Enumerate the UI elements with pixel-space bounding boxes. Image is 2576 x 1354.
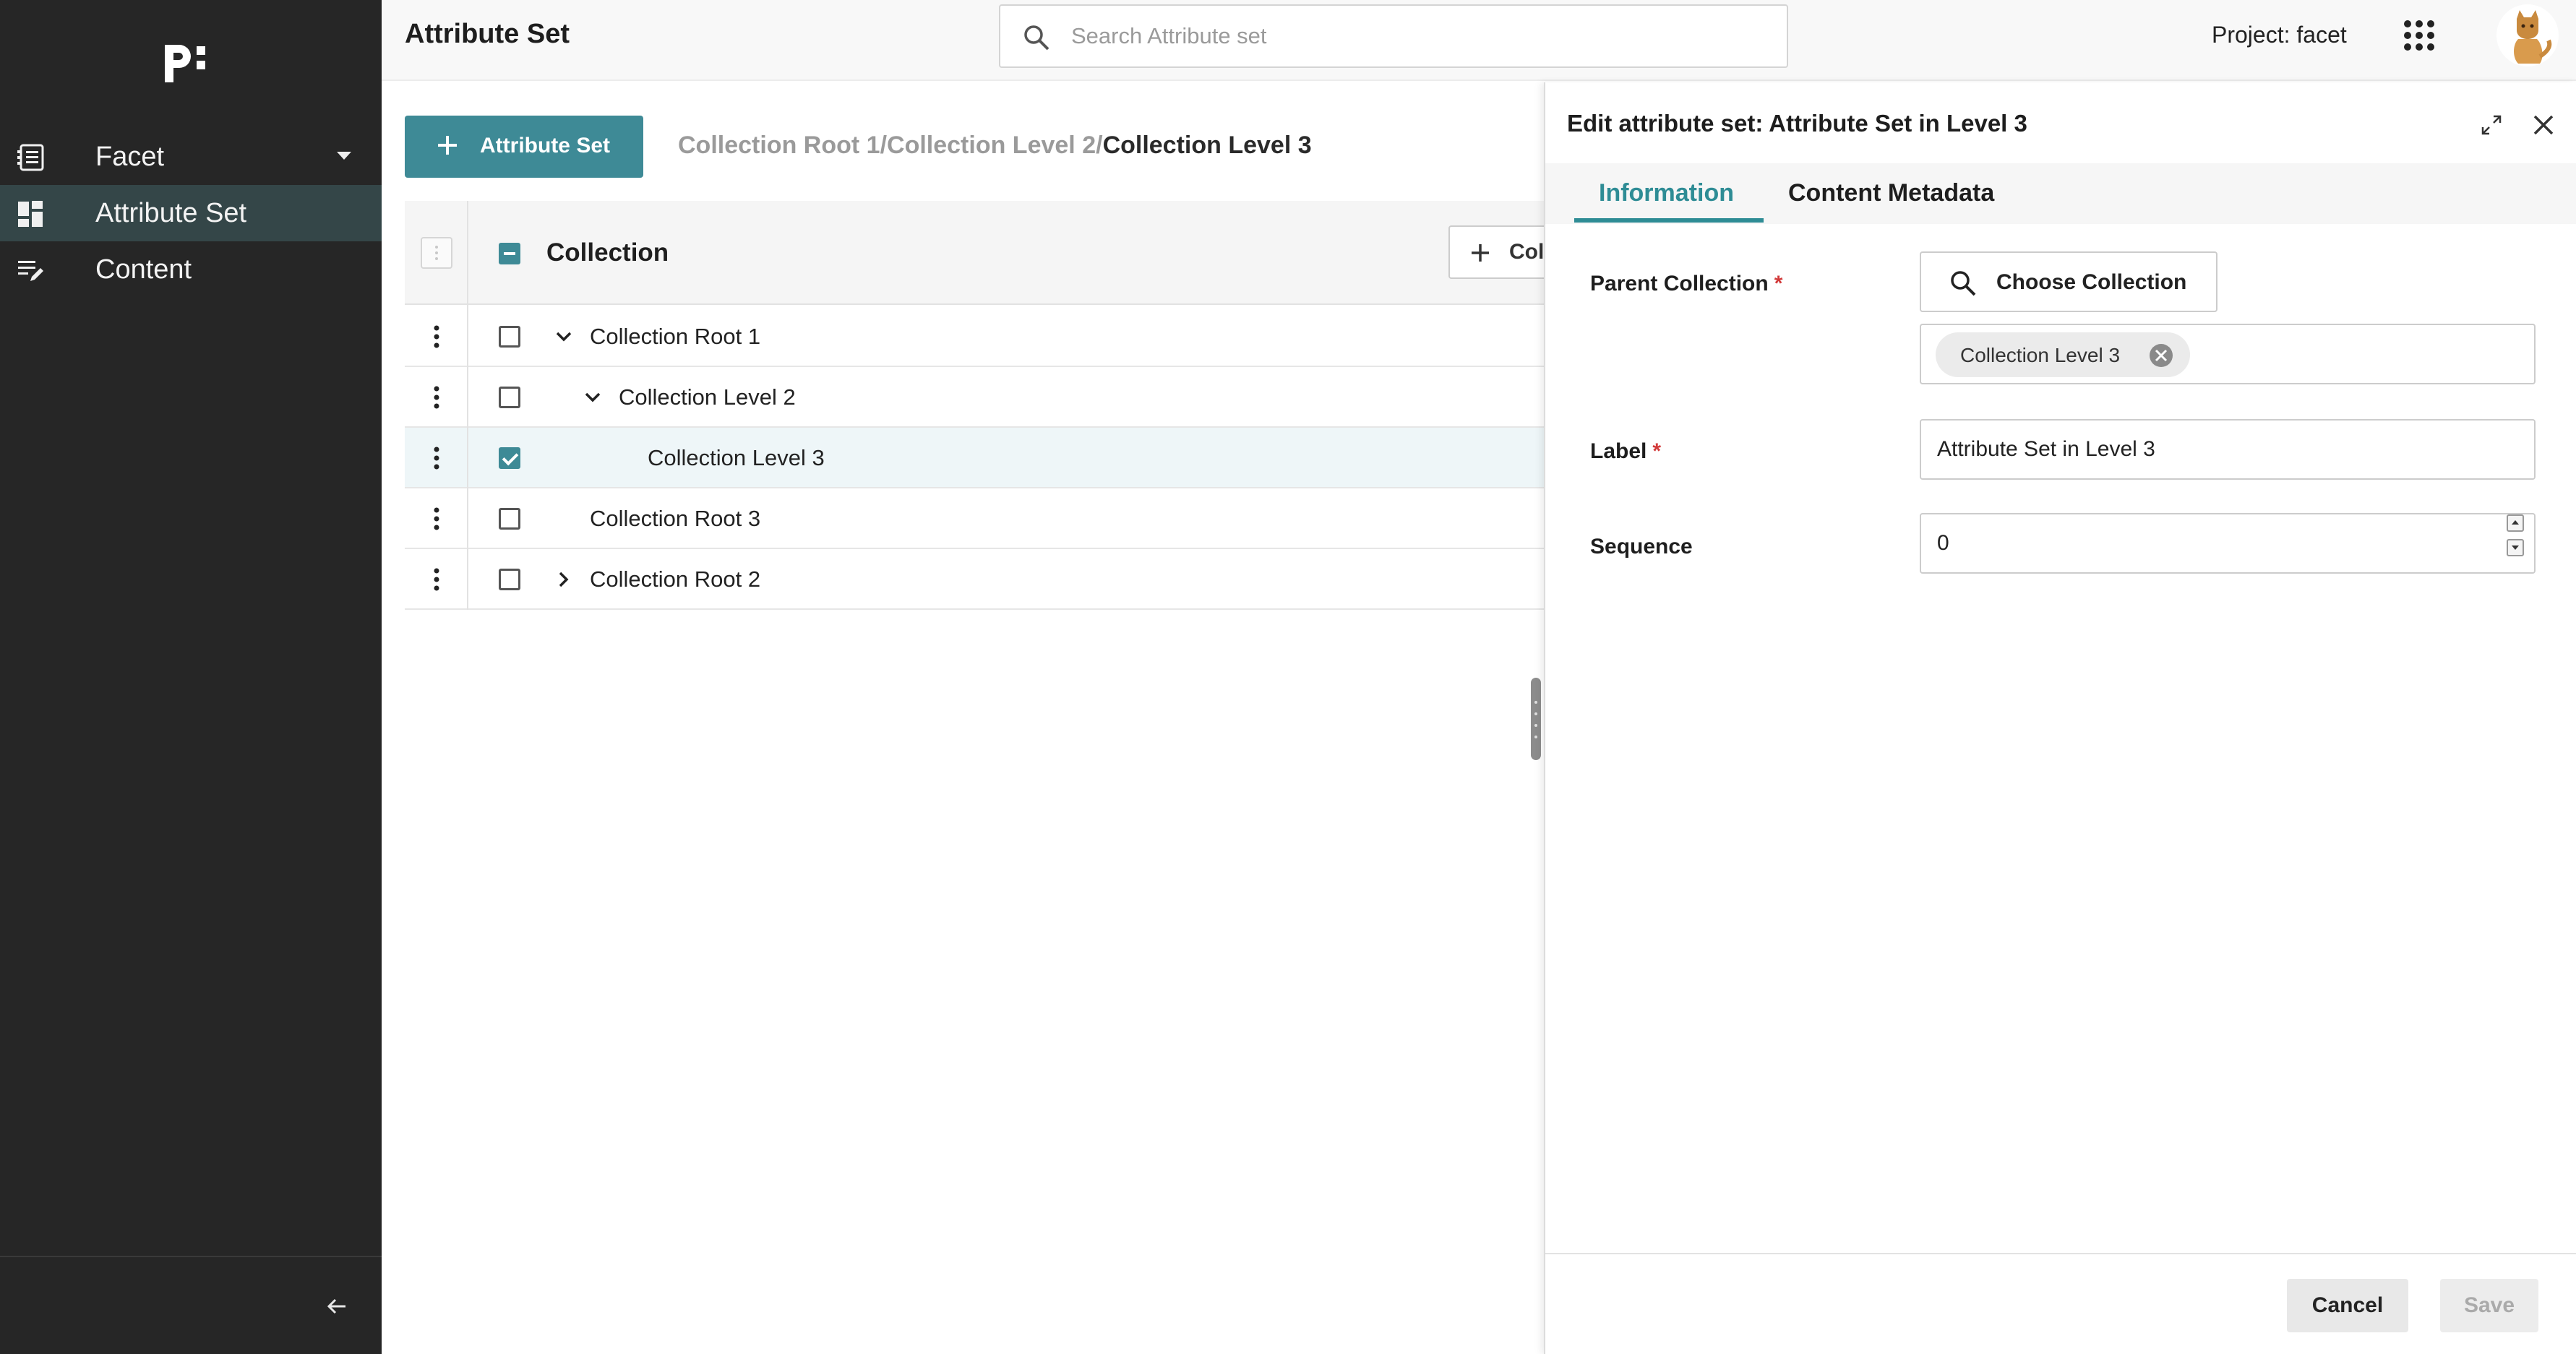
- cancel-button[interactable]: Cancel: [2287, 1279, 2408, 1332]
- breadcrumb-item[interactable]: Collection Level 2: [887, 131, 1096, 159]
- column-title: Collection: [546, 238, 669, 267]
- row-menu-button[interactable]: [405, 306, 468, 367]
- avatar[interactable]: [2496, 4, 2559, 66]
- breadcrumb-current: Collection Level 3: [1102, 131, 1312, 159]
- apps-grid-icon[interactable]: [2403, 19, 2436, 52]
- kebab-menu-icon: [434, 386, 439, 409]
- information-form: Parent Collection * Choose Collection Col…: [1545, 224, 2576, 1253]
- row-checkbox-checked[interactable]: [499, 447, 520, 469]
- expand-icon[interactable]: [2479, 113, 2504, 137]
- row-menu-button[interactable]: [405, 428, 468, 488]
- row-menu-button[interactable]: [405, 488, 468, 549]
- drag-dots-icon: [435, 246, 438, 260]
- search-icon: [1022, 23, 1051, 52]
- top-bar: Attribute Set Project: facet: [382, 0, 2576, 81]
- parent-collection-label: Parent Collection *: [1590, 272, 1783, 296]
- chevron-down-icon[interactable]: [552, 325, 575, 348]
- sequence-input[interactable]: [1920, 513, 2536, 574]
- row-label: Collection Level 2: [619, 384, 796, 410]
- sidebar-item-label: Content: [95, 254, 192, 285]
- row-label: Collection Root 3: [590, 506, 761, 531]
- sidebar-item-label: Facet: [95, 141, 165, 172]
- page-title: Attribute Set: [405, 19, 570, 49]
- kebab-menu-icon: [434, 568, 439, 591]
- stepper-up-icon[interactable]: [2507, 514, 2524, 532]
- project-label[interactable]: Project: facet: [2212, 22, 2347, 48]
- sequence-stepper: [2507, 514, 2524, 558]
- chevron-right-icon[interactable]: [552, 568, 575, 591]
- row-checkbox[interactable]: [499, 387, 520, 408]
- save-button[interactable]: Save: [2440, 1279, 2538, 1332]
- app-logo[interactable]: [160, 35, 215, 90]
- kebab-menu-icon: [434, 325, 439, 348]
- caret-down-icon: [337, 152, 351, 160]
- dashboard-icon: [16, 199, 46, 229]
- collection-chip: Collection Level 3: [1936, 332, 2190, 377]
- sidebar-item-attribute-set[interactable]: Attribute Set: [0, 185, 382, 241]
- row-label: Collection Level 3: [648, 445, 825, 470]
- choose-collection-button[interactable]: Choose Collection: [1920, 251, 2217, 312]
- stepper-down-icon[interactable]: [2507, 539, 2524, 556]
- table-row-selected[interactable]: Collection Level 3: [405, 428, 1545, 488]
- kebab-menu-icon: [434, 447, 439, 470]
- row-menu-button[interactable]: [405, 549, 468, 610]
- breadcrumb: Collection Root 1/Collection Level 2/Col…: [678, 131, 1312, 160]
- chevron-down-icon[interactable]: [581, 386, 604, 409]
- required-marker: *: [1652, 439, 1662, 463]
- add-attribute-set-button[interactable]: Attribute Set: [405, 116, 643, 178]
- table-row[interactable]: Collection Root 3: [405, 488, 1545, 549]
- breadcrumb-item[interactable]: Collection Root 1: [678, 131, 880, 159]
- tab-information[interactable]: Information: [1574, 163, 1764, 223]
- sidebar-item-content[interactable]: Content: [0, 241, 382, 298]
- drawer-resize-handle[interactable]: [1531, 678, 1541, 760]
- row-label: Collection Root 2: [590, 566, 761, 592]
- chip-label: Collection Level 3: [1960, 344, 2121, 366]
- row-checkbox[interactable]: [499, 569, 520, 590]
- row-label: Collection Root 1: [590, 324, 761, 349]
- breadcrumb-separator: /: [1096, 131, 1103, 159]
- kebab-menu-icon: [434, 507, 439, 530]
- tab-content-metadata[interactable]: Content Metadata: [1764, 163, 2024, 223]
- sequence-field-label: Sequence: [1590, 535, 1693, 559]
- drawer-title: Edit attribute set: Attribute Set in Lev…: [1567, 110, 2027, 137]
- row-menu-button[interactable]: [405, 367, 468, 428]
- cat-avatar-icon: [2514, 10, 2552, 64]
- table-row[interactable]: Collection Root 1: [405, 306, 1545, 367]
- table-row[interactable]: Collection Root 2: [405, 549, 1545, 610]
- remove-chip-icon[interactable]: [2148, 342, 2174, 368]
- close-icon[interactable]: [2530, 111, 2557, 139]
- sidebar-item-label: Attribute Set: [95, 197, 247, 228]
- selected-collection-box: Collection Level 3: [1920, 324, 2536, 384]
- row-checkbox[interactable]: [499, 326, 520, 348]
- plus-icon: [1469, 241, 1492, 264]
- select-all-checkbox[interactable]: [499, 243, 520, 264]
- plus-icon: [435, 133, 460, 158]
- sidebar-divider: [0, 1256, 382, 1257]
- table-row[interactable]: Collection Level 2: [405, 367, 1545, 428]
- list-icon: [16, 142, 46, 173]
- edit-note-icon: [16, 255, 46, 285]
- column-handle-cell: [405, 201, 468, 306]
- search-input[interactable]: [1070, 6, 1764, 66]
- sidebar: Facet Attribute Set Content: [0, 0, 382, 1354]
- arrow-left-icon: [327, 1298, 345, 1314]
- search-box[interactable]: [999, 4, 1788, 68]
- row-checkbox[interactable]: [499, 508, 520, 530]
- edit-drawer: Edit attribute set: Attribute Set in Lev…: [1544, 82, 2576, 1354]
- sidebar-item-facet[interactable]: Facet: [0, 129, 382, 185]
- breadcrumb-separator: /: [880, 131, 888, 159]
- collection-table-header: Collection Col: [405, 201, 1557, 306]
- search-icon: [1949, 269, 1978, 298]
- label-input[interactable]: [1920, 419, 2536, 480]
- collapse-sidebar-button[interactable]: [322, 1292, 351, 1321]
- label-field-label: Label *: [1590, 439, 1662, 463]
- required-marker: *: [1774, 272, 1783, 296]
- drawer-footer: Cancel Save: [1545, 1253, 2576, 1354]
- add-collection-button[interactable]: Col: [1448, 225, 1557, 279]
- column-drag-handle[interactable]: [421, 237, 452, 269]
